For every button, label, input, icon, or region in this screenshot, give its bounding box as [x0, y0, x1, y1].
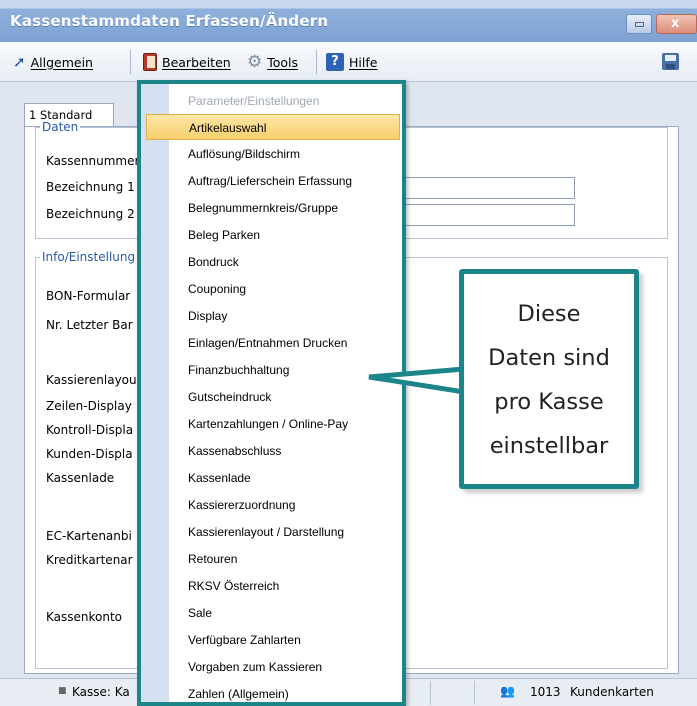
- tools-label: Tools: [267, 54, 299, 70]
- menu-item-vorgaben[interactable]: Vorgaben zum Kassieren: [171, 654, 402, 680]
- menu-item-einlagen[interactable]: Einlagen/Entnahmen Drucken: [171, 330, 402, 356]
- minimize-button[interactable]: [626, 14, 652, 34]
- bearbeiten-label: Bearbeiten: [162, 54, 231, 70]
- menu-item-kassenlade[interactable]: Kassenlade: [171, 465, 402, 491]
- kunden-display-label: Kunden-Displa: [46, 447, 133, 461]
- close-icon: x: [671, 16, 680, 31]
- hilfe-menu[interactable]: ? Hilfe: [326, 52, 377, 72]
- menu-item-auftrag[interactable]: Auftrag/Lieferschein Erfassung: [171, 168, 402, 194]
- status-kundenkarten: Kundenkarten: [570, 685, 654, 699]
- menu-gutter: [141, 84, 169, 702]
- menu-item-aufloesung[interactable]: Auflösung/Bildschirm: [171, 141, 402, 167]
- menu-item-kassierenlayout[interactable]: Kassierenlayout / Darstellung: [171, 519, 402, 545]
- users-icon: 👥: [500, 684, 515, 698]
- menu-item-beleg-parken[interactable]: Beleg Parken: [171, 222, 402, 248]
- gear-icon: ⚙: [247, 52, 263, 72]
- title-bar: Kassenstammdaten Erfassen/Ändern x: [0, 0, 697, 42]
- callout-box: Diese Daten sind pro Kasse einstellbar: [459, 269, 639, 489]
- kassenlade-label: Kassenlade: [46, 471, 115, 485]
- menu-item-belegnummernkreis[interactable]: Belegnummernkreis/Gruppe: [171, 195, 402, 221]
- allgemein-label: Allgemein: [30, 54, 93, 70]
- book-icon: [143, 53, 157, 71]
- bezeichnung2-label: Bezeichnung 2: [46, 207, 135, 221]
- zeilen-display-label: Zeilen-Display: [46, 399, 132, 413]
- menu-item-bondruck[interactable]: Bondruck: [171, 249, 402, 275]
- status-number: 1013: [530, 685, 561, 699]
- callout-line-2: Daten sind: [488, 345, 610, 371]
- help-icon: ?: [326, 53, 344, 71]
- save-icon[interactable]: [662, 53, 679, 70]
- menu-item-kartenzahlungen[interactable]: Kartenzahlungen / Online-Pay: [171, 411, 402, 437]
- group-info-legend: Info/Einstellung: [40, 250, 138, 264]
- callout-line-4: einstellbar: [489, 433, 609, 459]
- kassenkonto-label: Kassenkonto: [46, 610, 123, 624]
- kassierenlayout-label: Kassierenlayou: [46, 373, 137, 387]
- tools-menu[interactable]: ⚙ Tools: [247, 52, 298, 72]
- window-title: Kassenstammdaten Erfassen/Ändern: [10, 12, 329, 30]
- menu-item-zahlarten[interactable]: Verfügbare Zahlarten: [171, 627, 402, 653]
- allgemein-menu[interactable]: ➚ Allgemein: [13, 52, 93, 72]
- bon-formular-label: BON-Formular: [46, 289, 131, 303]
- bearbeiten-menu[interactable]: Bearbeiten: [143, 52, 231, 72]
- menu-item-artikelauswahl[interactable]: Artikelauswahl: [146, 114, 400, 140]
- menu-item-retouren[interactable]: Retouren: [171, 546, 402, 572]
- callout-pointer: [368, 366, 467, 395]
- bearbeiten-dropdown-menu: Parameter/Einstellungen Artikelauswahl A…: [137, 80, 406, 706]
- kassennummer-label: Kassennummer: [46, 154, 140, 168]
- menu-item-zahlen[interactable]: Zahlen (Allgemein): [171, 681, 402, 706]
- ec-kartenanbieter-label: EC-Kartenanbi: [46, 529, 132, 543]
- kontroll-display-label: Kontroll-Displa: [46, 423, 134, 437]
- callout-text: Diese Daten sind pro Kasse einstellbar: [464, 292, 634, 468]
- callout-line-3: pro Kasse: [494, 389, 604, 415]
- callout-line-1: Diese: [517, 301, 581, 327]
- menu-item-rksv[interactable]: RKSV Österreich: [171, 573, 402, 599]
- menu-item-kassiererzuordnung[interactable]: Kassiererzuordnung: [171, 492, 402, 518]
- group-daten-legend: Daten: [40, 120, 81, 134]
- bezeichnung1-label: Bezeichnung 1: [46, 180, 135, 194]
- close-button[interactable]: x: [656, 14, 697, 34]
- bezeichnung2-input[interactable]: [395, 204, 575, 226]
- menu-item-couponing[interactable]: Couponing: [171, 276, 402, 302]
- menu-item-display[interactable]: Display: [171, 303, 402, 329]
- minimize-icon: [635, 22, 644, 27]
- nr-letzter-bar-label: Nr. Letzter Bar: [46, 318, 133, 332]
- menu-item-kassenabschluss[interactable]: Kassenabschluss: [171, 438, 402, 464]
- status-kasse: Kasse: Ka: [72, 685, 130, 699]
- menu-item-sale[interactable]: Sale: [171, 600, 402, 626]
- arrow-icon: ➚: [13, 53, 26, 71]
- bezeichnung1-input[interactable]: [395, 177, 575, 199]
- hilfe-label: Hilfe: [349, 54, 378, 70]
- toolbar: ➚ Allgemein Bearbeiten ⚙ Tools ? Hilfe: [0, 42, 697, 82]
- status-bullet: ■: [58, 686, 67, 696]
- kreditkartenanbieter-label: Kreditkartenar: [46, 553, 133, 567]
- menu-item-parameter: Parameter/Einstellungen: [188, 94, 320, 108]
